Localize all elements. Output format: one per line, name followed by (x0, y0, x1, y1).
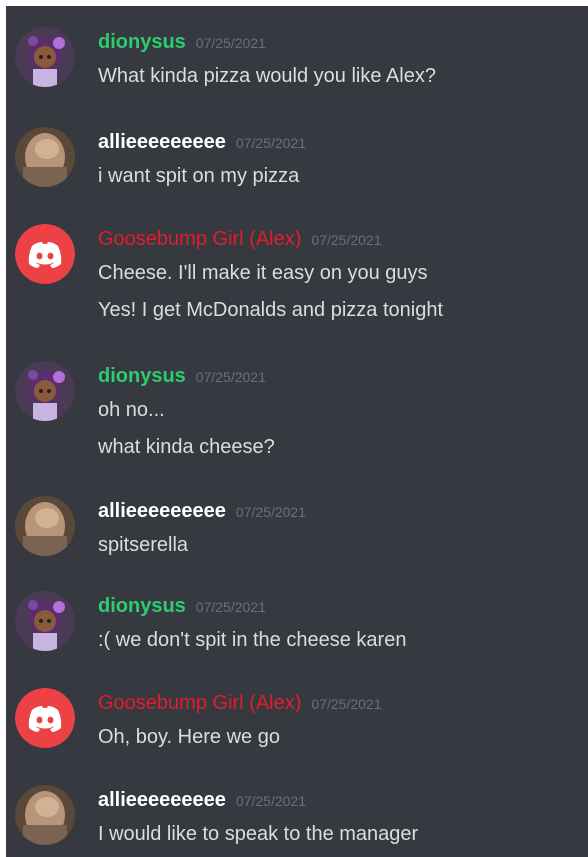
avatar-dionysus[interactable] (15, 27, 75, 87)
photo-icon (15, 785, 75, 845)
message-text: Oh, boy. Here we go (98, 726, 280, 748)
avatar-allie[interactable] (15, 496, 75, 556)
timestamp: 07/25/2021 (195, 599, 266, 615)
username[interactable]: dionysus (98, 27, 186, 57)
avatar-dionysus[interactable] (15, 361, 75, 421)
discord-logo-icon (15, 688, 75, 748)
message-text: What kinda pizza would you like Alex? (98, 65, 436, 87)
chat-messages: dionysus 07/25/2021 What kinda pizza wou… (6, 6, 588, 857)
timestamp: 07/25/2021 (235, 135, 306, 151)
timestamp: 07/25/2021 (195, 369, 266, 385)
username[interactable]: Goosebump Girl (Alex) (98, 224, 301, 254)
username[interactable]: allieeeeeeeee (98, 127, 226, 157)
anime-character-icon (15, 27, 75, 87)
photo-icon (15, 127, 75, 187)
message-text: Yes! I get McDonalds and pizza tonight (98, 299, 444, 321)
message-text: :( we don't spit in the cheese karen (98, 629, 407, 651)
username[interactable]: allieeeeeeeee (98, 496, 226, 526)
message-text: Cheese. I'll make it easy on you guys (98, 262, 428, 284)
username[interactable]: dionysus (98, 361, 186, 391)
avatar-allie[interactable] (15, 127, 75, 187)
anime-character-icon (15, 591, 75, 651)
message-text: what kinda cheese? (98, 436, 275, 458)
anime-character-icon (15, 361, 75, 421)
message-text: spitserella (98, 534, 189, 556)
timestamp: 07/25/2021 (311, 696, 382, 712)
timestamp: 07/25/2021 (311, 232, 382, 248)
username[interactable]: allieeeeeeeee (98, 785, 226, 815)
avatar-alex[interactable] (15, 688, 75, 748)
message-text: I would like to speak to the manager (98, 823, 419, 845)
timestamp: 07/25/2021 (235, 793, 306, 809)
username[interactable]: dionysus (98, 591, 186, 621)
username[interactable]: Goosebump Girl (Alex) (98, 688, 301, 718)
avatar-dionysus[interactable] (15, 591, 75, 651)
timestamp: 07/25/2021 (195, 35, 266, 51)
avatar-alex[interactable] (15, 224, 75, 284)
discord-logo-icon (15, 224, 75, 284)
photo-icon (15, 496, 75, 556)
message-text: oh no... (98, 399, 165, 421)
avatar-allie[interactable] (15, 785, 75, 845)
timestamp: 07/25/2021 (235, 504, 306, 520)
message-text: i want spit on my pizza (98, 165, 300, 187)
